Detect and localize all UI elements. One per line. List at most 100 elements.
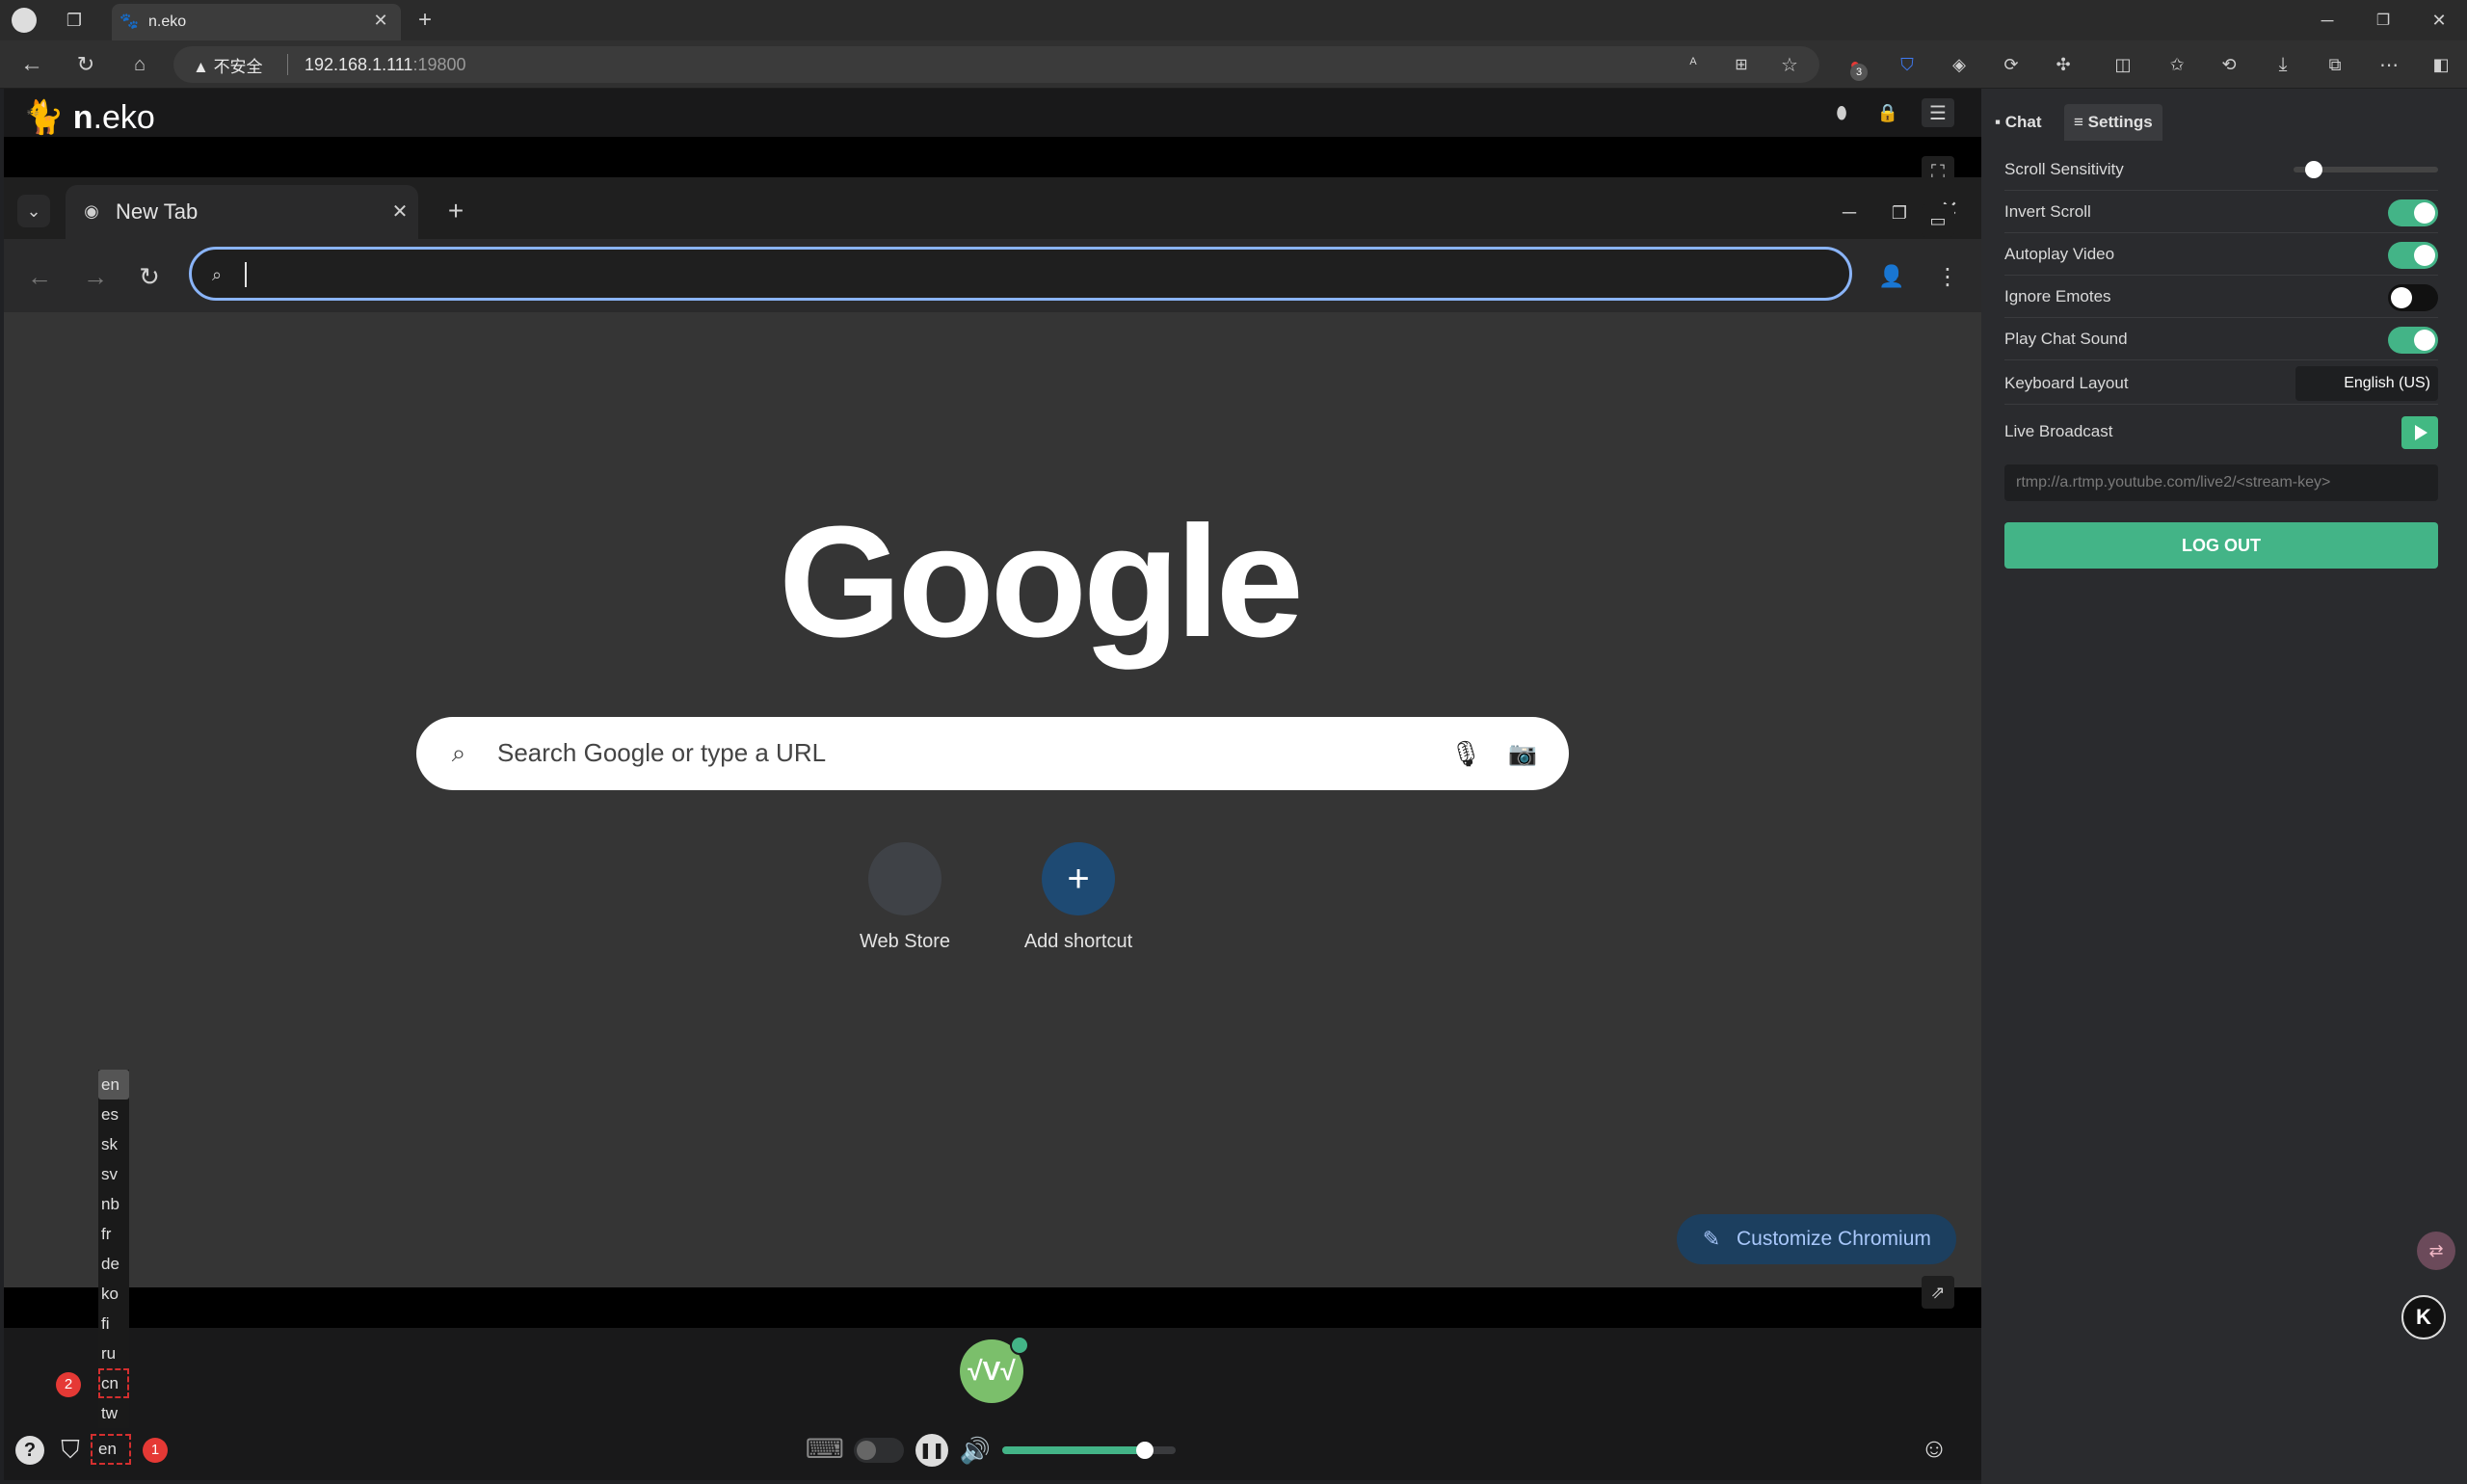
host-tab-title: n.eko	[148, 13, 187, 30]
inner-close-tab-icon[interactable]: ✕	[387, 199, 412, 224]
language-option-nb[interactable]: nb	[98, 1189, 129, 1219]
split-screen-icon[interactable]: ◫	[2110, 52, 2135, 77]
profile-avatar-icon[interactable]	[12, 8, 37, 33]
neko-logo-icon: 🐈	[23, 99, 73, 136]
shortcut-web-store[interactable]: Web Store	[833, 842, 977, 953]
more-menu-icon[interactable]: ⋯	[2376, 52, 2401, 77]
volume-slider[interactable]	[1002, 1442, 1176, 1459]
toggle-knob	[2414, 202, 2435, 224]
volume-fill	[1002, 1446, 1145, 1454]
setting-invert-scroll: Invert Scroll	[2004, 191, 2438, 233]
inner-tab-new-tab[interactable]: New Tab	[66, 185, 418, 239]
shield-icon[interactable]: ⛉	[56, 1435, 85, 1465]
mouse-icon[interactable]: ⬮	[1829, 100, 1854, 125]
history-icon[interactable]: ⟲	[2216, 52, 2242, 77]
omnibox-search-icon: ⌕	[211, 264, 223, 284]
setting-label: Invert Scroll	[2004, 202, 2091, 221]
volume-knob[interactable]	[1135, 1442, 1154, 1459]
logout-button[interactable]: LOG OUT	[2004, 522, 2438, 569]
home-icon[interactable]: ⌂	[125, 50, 154, 79]
language-option-cn[interactable]: cn	[98, 1368, 129, 1398]
favorite-star-icon[interactable]: ☆	[1777, 52, 1802, 77]
language-option-tw[interactable]: tw	[98, 1398, 129, 1428]
setting-label: Ignore Emotes	[2004, 287, 2111, 305]
inner-forward-icon[interactable]: →	[79, 260, 112, 293]
language-option-fi[interactable]: fi	[98, 1309, 129, 1338]
help-icon[interactable]: ?	[15, 1436, 44, 1465]
inner-new-tab-icon[interactable]: +	[441, 196, 470, 225]
web-store-icon	[868, 842, 942, 915]
workspaces-icon[interactable]: ❐	[62, 8, 87, 33]
rtmp-url-input[interactable]: rtmp://a.rtmp.youtube.com/live2/<stream-…	[2004, 464, 2438, 501]
tab-search-icon[interactable]: ⌄	[17, 195, 50, 227]
setting-toggle[interactable]	[2388, 199, 2438, 226]
back-icon[interactable]: ←	[17, 50, 46, 79]
popout-icon[interactable]: ⇗	[1922, 1276, 1954, 1309]
inner-profile-icon[interactable]: 👤	[1875, 260, 1908, 293]
security-warning[interactable]: ▲ 不安全	[193, 53, 263, 77]
downloads-icon[interactable]: ⤓	[2270, 52, 2295, 77]
shield-extension-icon[interactable]: ◈	[1947, 52, 1972, 77]
inner-restore-icon[interactable]: ❐	[1885, 199, 1914, 227]
inner-back-icon[interactable]: ←	[23, 260, 56, 293]
shortcut-add[interactable]: + Add shortcut	[1006, 842, 1151, 953]
bitwarden-icon[interactable]: ⛉	[1895, 52, 1920, 77]
translate-fab-icon[interactable]: ⇄	[2417, 1232, 2455, 1270]
language-current[interactable]: en	[91, 1434, 131, 1465]
inner-minimize-icon[interactable]: ─	[1835, 199, 1864, 227]
scroll-sensitivity-knob[interactable]	[2304, 161, 2322, 178]
setting-toggle[interactable]	[2388, 284, 2438, 311]
setting-autoplay-video: Autoplay Video	[2004, 233, 2438, 276]
emoji-icon[interactable]: ☺	[1918, 1432, 1950, 1465]
inner-menu-icon[interactable]: ⋮	[1933, 260, 1962, 293]
inner-omnibox[interactable]	[189, 247, 1852, 301]
keyboard-layout-select[interactable]: English (US)	[2295, 366, 2438, 401]
annotation-badge-2: 2	[56, 1372, 81, 1397]
language-option-sv[interactable]: sv	[98, 1159, 129, 1189]
language-menu: en es sk sv nb fr de ko fi ru cn tw	[98, 1070, 129, 1428]
reload-icon[interactable]: ↻	[71, 50, 100, 79]
restore-window-icon[interactable]: ❐	[2369, 8, 2398, 33]
language-option-fr[interactable]: fr	[98, 1219, 129, 1249]
extensions-icon[interactable]: ✣	[2051, 52, 2076, 77]
shortcut-label: Add shortcut	[1023, 931, 1133, 952]
tab-chat[interactable]: ▪ Chat	[1985, 104, 2052, 141]
pause-icon[interactable]: ❚❚	[915, 1434, 948, 1467]
language-option-ru[interactable]: ru	[98, 1338, 129, 1368]
language-option-sk[interactable]: sk	[98, 1129, 129, 1159]
menu-toggle-icon[interactable]: ☰	[1922, 98, 1954, 127]
language-option-de[interactable]: de	[98, 1249, 129, 1279]
logo-rest: .eko	[93, 99, 155, 136]
app-available-icon[interactable]: ⊞	[1729, 52, 1754, 77]
keyboard-icon[interactable]: ⌨	[806, 1434, 844, 1464]
voice-search-icon[interactable]: 🎙	[1449, 736, 1482, 771]
collections-icon[interactable]: ⧉	[2322, 52, 2348, 77]
sidebar-toggle-icon[interactable]: ◧	[2428, 52, 2454, 77]
image-search-icon[interactable]: 📷	[1505, 736, 1540, 771]
close-tab-icon[interactable]: ✕	[370, 10, 391, 31]
sync-extension-icon[interactable]: ⟳	[1999, 52, 2024, 77]
inner-reload-icon[interactable]: ↻	[133, 260, 166, 293]
setting-label: Keyboard Layout	[2004, 374, 2129, 392]
lock-icon[interactable]: 🔒	[1875, 100, 1900, 125]
close-window-icon[interactable]: ✕	[2425, 8, 2454, 33]
favorites-icon[interactable]: ✩	[2164, 52, 2189, 77]
broadcast-play-button[interactable]	[2401, 416, 2438, 449]
assistant-fab-icon[interactable]: K	[2401, 1295, 2446, 1339]
volume-icon[interactable]: 🔊	[958, 1434, 993, 1467]
setting-toggle[interactable]	[2388, 327, 2438, 354]
tab-settings[interactable]: ≡ Settings	[2064, 104, 2162, 141]
keyboard-toggle[interactable]	[854, 1438, 904, 1463]
url-text[interactable]: 192.168.1.111:19800	[305, 55, 466, 75]
language-option-es[interactable]: es	[98, 1100, 129, 1129]
language-option-ko[interactable]: ko	[98, 1279, 129, 1309]
new-tab-icon[interactable]: +	[412, 7, 438, 33]
language-option-en[interactable]: en	[98, 1070, 129, 1100]
setting-toggle[interactable]	[2388, 242, 2438, 269]
read-aloud-icon[interactable]: ᴬ	[1681, 52, 1706, 77]
host-tab-neko[interactable]: n.eko	[112, 4, 401, 40]
url-host: 192.168.1.111	[305, 55, 413, 74]
scroll-sensitivity-slider[interactable]	[2294, 161, 2438, 178]
screen-resolution-icon[interactable]: ▭	[1922, 204, 1954, 237]
minimize-window-icon[interactable]: ─	[2313, 8, 2342, 33]
